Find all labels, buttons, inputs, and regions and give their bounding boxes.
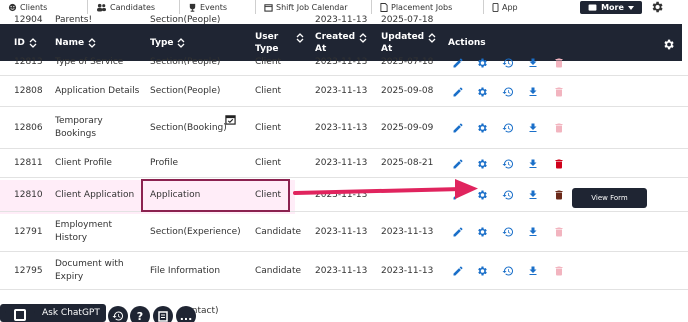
chat-launcher[interactable]	[5, 304, 35, 322]
annotation-arrow	[293, 179, 478, 199]
more-fab[interactable]: ...	[176, 306, 196, 322]
notes-icon	[158, 310, 168, 322]
help-fab[interactable]: ?	[130, 306, 150, 322]
chat-label: Ask ChatGPT	[42, 308, 100, 318]
notes-fab[interactable]	[153, 306, 173, 322]
more-dots-icon: ...	[179, 309, 193, 322]
history-fab[interactable]	[108, 306, 128, 322]
chat-icon	[14, 309, 26, 321]
help-icon: ?	[136, 309, 144, 322]
view-form-tooltip: View Form	[572, 188, 647, 208]
history-icon	[112, 311, 124, 321]
tooltip-label: View Form	[591, 194, 628, 202]
